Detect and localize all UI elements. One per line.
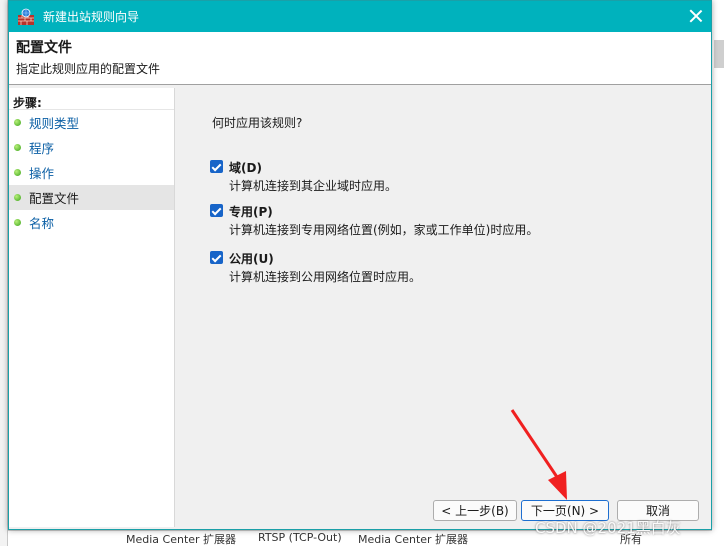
green-dot-icon: [14, 144, 21, 151]
back-button[interactable]: < 上一步(B): [433, 500, 517, 521]
public-checkbox[interactable]: [210, 251, 223, 264]
public-label[interactable]: 公用(U): [229, 250, 274, 267]
steps-panel: 步骤: 规则类型 程序 操作 配置文件 名称: [9, 88, 175, 527]
background-window-right-edge: [712, 0, 728, 546]
step-name[interactable]: 名称: [9, 210, 174, 235]
domain-checkbox[interactable]: [210, 160, 223, 173]
public-description: 计算机连接到公用网络位置时应用。: [229, 270, 422, 284]
domain-label[interactable]: 域(D): [229, 159, 262, 176]
background-cell-group-2: Media Center 扩展器: [358, 533, 469, 546]
watermark: CSDN @2021黑白灰: [535, 519, 681, 537]
step-rule-type[interactable]: 规则类型: [9, 110, 174, 135]
content-panel: 何时应用该规则? 域(D) 计算机连接到其企业域时应用。 专用(P) 计算机连接…: [176, 88, 711, 527]
question-text: 何时应用该规则?: [212, 116, 303, 130]
step-label: 名称: [29, 216, 55, 231]
private-checkbox[interactable]: [210, 204, 223, 217]
background-window-left-edge: [0, 0, 8, 546]
private-label[interactable]: 专用(P): [229, 203, 273, 220]
green-dot-icon: [14, 119, 21, 126]
background-cell-name: RTSP (TCP-Out): [258, 531, 342, 544]
green-dot-icon: [14, 194, 21, 201]
page-title: 配置文件: [16, 40, 72, 56]
window-title: 新建出站规则向导: [43, 10, 140, 24]
wizard-header: 配置文件 指定此规则应用的配置文件: [9, 32, 711, 85]
private-description: 计算机连接到专用网络位置(例如，家或工作单位)时应用。: [229, 223, 539, 237]
green-dot-icon: [14, 169, 21, 176]
steps-title: 步骤:: [9, 88, 174, 110]
page-subtitle: 指定此规则应用的配置文件: [16, 62, 161, 76]
step-label: 程序: [29, 141, 55, 156]
background-scrollbar[interactable]: [714, 40, 724, 68]
step-label: 规则类型: [29, 116, 80, 131]
green-dot-icon: [14, 219, 21, 226]
firewall-icon: [18, 8, 34, 25]
title-bar[interactable]: 新建出站规则向导: [9, 1, 711, 32]
step-label: 配置文件: [29, 191, 80, 206]
outbound-rule-wizard-dialog: 新建出站规则向导 配置文件 指定此规则应用的配置文件 步骤: 规则类型 程序 操…: [8, 0, 712, 530]
wizard-body: 步骤: 规则类型 程序 操作 配置文件 名称 何时应用该规则? 域(D) 计算机…: [9, 86, 711, 529]
step-label: 操作: [29, 166, 55, 181]
step-program[interactable]: 程序: [9, 135, 174, 160]
domain-description: 计算机连接到其企业域时应用。: [229, 179, 398, 193]
close-icon[interactable]: [689, 9, 703, 23]
background-cell-group: Media Center 扩展器: [126, 533, 237, 546]
step-profile[interactable]: 配置文件: [9, 185, 174, 210]
step-action[interactable]: 操作: [9, 160, 174, 185]
